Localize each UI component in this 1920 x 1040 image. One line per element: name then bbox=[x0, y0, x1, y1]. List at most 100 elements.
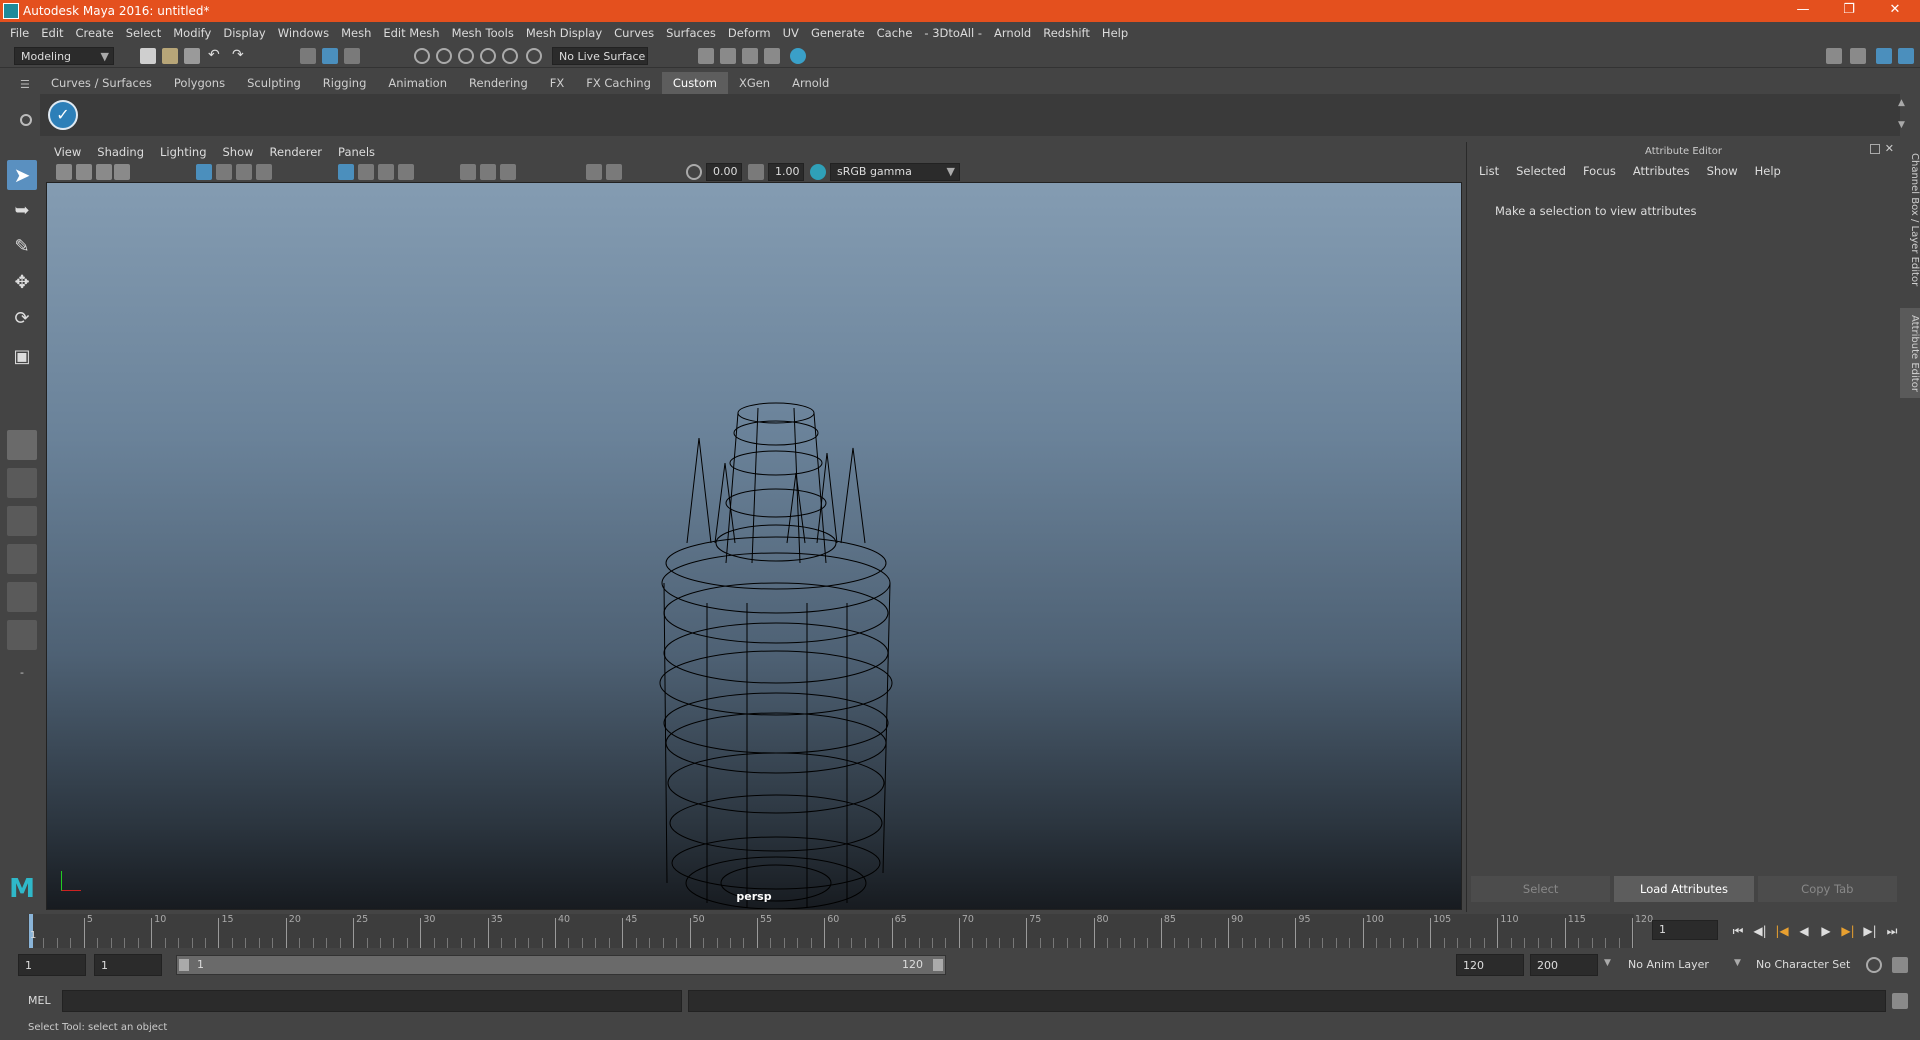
xray-icon[interactable] bbox=[606, 164, 622, 180]
select-by-hierarchy-icon[interactable] bbox=[300, 48, 316, 64]
go-to-start-icon[interactable]: ⏮ bbox=[1730, 924, 1746, 938]
viewport-menu-view[interactable]: View bbox=[54, 145, 81, 159]
range-start-handle[interactable] bbox=[179, 959, 189, 971]
attr-menu-help[interactable]: Help bbox=[1755, 164, 1781, 178]
rotate-tool-icon[interactable]: ⟳ bbox=[7, 304, 37, 334]
select-camera-icon[interactable] bbox=[56, 164, 72, 180]
viewport-menu-lighting[interactable]: Lighting bbox=[160, 145, 206, 159]
playback-start-field[interactable]: 1 bbox=[94, 954, 162, 976]
attribute-editor-toggle-icon[interactable] bbox=[1898, 48, 1914, 64]
viewport-menu-shading[interactable]: Shading bbox=[97, 145, 144, 159]
menu-edit[interactable]: Edit bbox=[41, 26, 63, 40]
tab-sculpting[interactable]: Sculpting bbox=[236, 72, 312, 94]
hypershade-icon[interactable] bbox=[790, 48, 806, 64]
tab-curves-surfaces[interactable]: Curves / Surfaces bbox=[40, 72, 163, 94]
tab-rendering[interactable]: Rendering bbox=[458, 72, 539, 94]
layout-more-icon[interactable]: - bbox=[7, 658, 37, 688]
menu-windows[interactable]: Windows bbox=[278, 26, 329, 40]
color-management-icon[interactable] bbox=[810, 164, 826, 180]
play-forwards-icon[interactable]: ▶ bbox=[1818, 924, 1834, 938]
select-tool-icon[interactable]: ➤ bbox=[7, 160, 37, 190]
range-end-handle[interactable] bbox=[933, 959, 943, 971]
animation-end-field[interactable]: 200 bbox=[1530, 954, 1598, 976]
playback-end-field[interactable]: 120 bbox=[1456, 954, 1524, 976]
shelf-menu-icon[interactable]: ☰ bbox=[20, 78, 32, 91]
tab-custom[interactable]: Custom bbox=[661, 72, 728, 94]
persp-outliner-layout-icon[interactable] bbox=[7, 582, 37, 612]
gamma-field[interactable]: 1.00 bbox=[768, 163, 804, 181]
smooth-shade-icon[interactable] bbox=[358, 164, 374, 180]
menu-create[interactable]: Create bbox=[76, 26, 114, 40]
tab-fx-caching[interactable]: FX Caching bbox=[575, 72, 662, 94]
current-frame-field[interactable]: 1 bbox=[1652, 920, 1718, 940]
tab-fx[interactable]: FX bbox=[539, 72, 576, 94]
menu-modify[interactable]: Modify bbox=[173, 26, 211, 40]
undo-icon[interactable]: ↶ bbox=[208, 48, 224, 64]
menu-select[interactable]: Select bbox=[126, 26, 161, 40]
snap-curve-icon[interactable] bbox=[436, 48, 452, 64]
copy-tab-button[interactable]: Copy Tab bbox=[1757, 876, 1897, 902]
shelf-settings-icon[interactable] bbox=[20, 114, 32, 126]
tab-channel-box[interactable]: Channel Box / Layer Editor bbox=[1900, 150, 1920, 290]
float-panel-icon[interactable] bbox=[1870, 144, 1880, 154]
tab-rigging[interactable]: Rigging bbox=[312, 72, 378, 94]
film-gate-icon[interactable] bbox=[216, 164, 232, 180]
close-button[interactable]: ✕ bbox=[1872, 0, 1918, 22]
move-tool-icon[interactable]: ✥ bbox=[7, 268, 37, 298]
shelf-scroll-down-icon[interactable]: ▼ bbox=[1898, 120, 1905, 130]
bookmarks-icon[interactable] bbox=[96, 164, 112, 180]
anti-aliasing-icon[interactable] bbox=[500, 164, 516, 180]
menu-mesh[interactable]: Mesh bbox=[341, 26, 371, 40]
attr-menu-show[interactable]: Show bbox=[1707, 164, 1738, 178]
attr-menu-attributes[interactable]: Attributes bbox=[1633, 164, 1690, 178]
workspace-layout-icon[interactable] bbox=[1826, 48, 1842, 64]
redo-icon[interactable]: ↷ bbox=[232, 48, 248, 64]
wireframe-icon[interactable] bbox=[338, 164, 354, 180]
toggle-panels-icon[interactable] bbox=[1850, 48, 1866, 64]
paint-select-tool-icon[interactable]: ✎ bbox=[7, 232, 37, 262]
tab-animation[interactable]: Animation bbox=[377, 72, 458, 94]
custom-shelf-tool-icon[interactable]: ✓ bbox=[48, 100, 78, 130]
menu-mesh-tools[interactable]: Mesh Tools bbox=[452, 26, 514, 40]
perspective-viewport[interactable]: persp bbox=[46, 182, 1462, 910]
lasso-tool-icon[interactable]: ➥ bbox=[7, 196, 37, 226]
viewport-menu-show[interactable]: Show bbox=[223, 145, 254, 159]
auto-key-icon[interactable] bbox=[1866, 957, 1882, 973]
menu-edit-mesh[interactable]: Edit Mesh bbox=[383, 26, 439, 40]
snap-surface-icon[interactable] bbox=[502, 48, 518, 64]
snap-vertex-icon[interactable] bbox=[526, 48, 542, 64]
four-view-layout-icon[interactable] bbox=[7, 468, 37, 498]
snap-point-icon[interactable] bbox=[458, 48, 474, 64]
menu-3dtoall[interactable]: - 3DtoAll - bbox=[924, 26, 982, 40]
viewport-menu-renderer[interactable]: Renderer bbox=[270, 145, 323, 159]
tab-xgen[interactable]: XGen bbox=[728, 72, 781, 94]
menu-help[interactable]: Help bbox=[1102, 26, 1128, 40]
render-view-icon[interactable] bbox=[698, 48, 714, 64]
save-scene-icon[interactable] bbox=[184, 48, 200, 64]
viewport-menu-panels[interactable]: Panels bbox=[338, 145, 375, 159]
persp-graph-layout-icon[interactable] bbox=[7, 544, 37, 574]
open-scene-icon[interactable] bbox=[162, 48, 178, 64]
select-button[interactable]: Select bbox=[1471, 876, 1611, 902]
time-slider-track[interactable]: 5 10 15 20 25 30 35 40 45 50 55 60 65 70 75 80 85 90 95 100… bbox=[28, 914, 1653, 948]
animation-preferences-icon[interactable] bbox=[1892, 957, 1908, 973]
menu-mesh-display[interactable]: Mesh Display bbox=[526, 26, 602, 40]
menu-cache[interactable]: Cache bbox=[877, 26, 913, 40]
select-by-component-icon[interactable] bbox=[344, 48, 360, 64]
menu-deform[interactable]: Deform bbox=[728, 26, 771, 40]
attr-menu-focus[interactable]: Focus bbox=[1583, 164, 1616, 178]
grid-icon[interactable] bbox=[196, 164, 212, 180]
load-attributes-button[interactable]: Load Attributes bbox=[1614, 876, 1754, 902]
restore-button[interactable]: ❐ bbox=[1826, 0, 1872, 22]
go-to-end-icon[interactable]: ⏭ bbox=[1884, 924, 1900, 938]
step-forward-key-icon[interactable]: ▶| bbox=[1840, 924, 1856, 938]
single-perspective-layout-icon[interactable] bbox=[7, 430, 37, 460]
menu-uv[interactable]: UV bbox=[783, 26, 799, 40]
step-back-frame-icon[interactable]: ◀| bbox=[1752, 924, 1768, 938]
ipr-render-icon[interactable] bbox=[742, 48, 758, 64]
close-panel-icon[interactable]: ✕ bbox=[1885, 142, 1894, 155]
gamma-icon[interactable] bbox=[748, 164, 764, 180]
snap-view-plane-icon[interactable] bbox=[480, 48, 496, 64]
select-by-object-icon[interactable] bbox=[322, 48, 338, 64]
menu-arnold[interactable]: Arnold bbox=[994, 26, 1031, 40]
